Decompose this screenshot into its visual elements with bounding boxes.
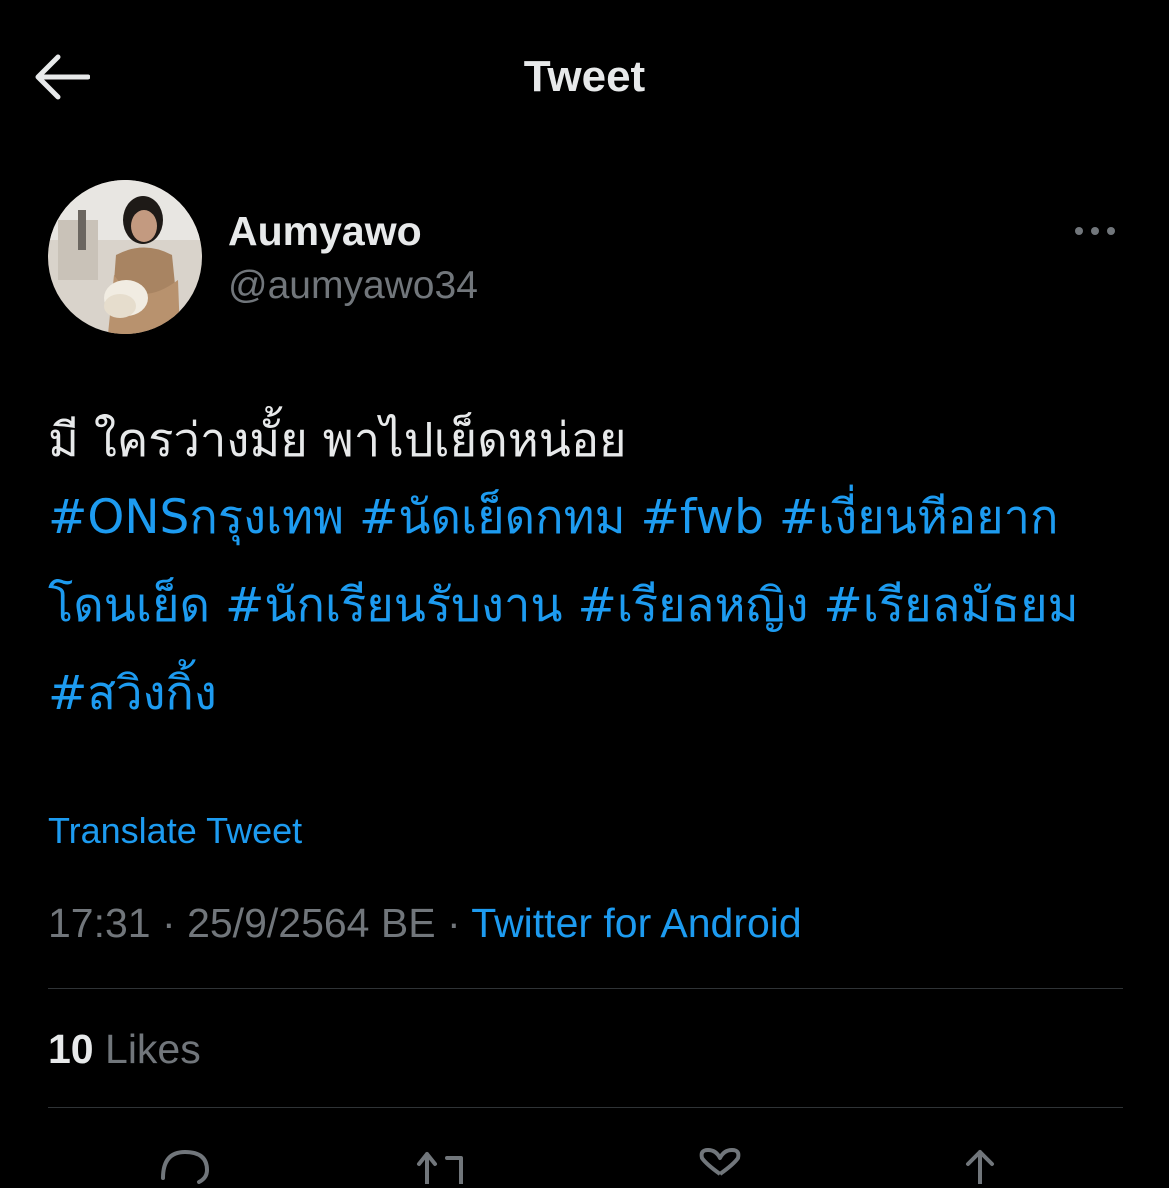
reply-button[interactable]	[155, 1144, 215, 1184]
page-title: Tweet	[523, 52, 646, 101]
tweet-date: 25/9/2564 BE	[187, 900, 436, 946]
meta-separator: ·	[446, 900, 461, 946]
tweet-text: มี ใครว่างมั้ย พาไปเย็ดหน่อย #ONSกรุงเทพ…	[48, 408, 1123, 738]
tweet-metadata: 17:31 · 25/9/2564 BE · Twitter for Andro…	[48, 900, 802, 947]
retweet-button[interactable]	[413, 1144, 473, 1186]
tweet-time: 17:31	[48, 900, 151, 946]
hashtag-link[interactable]: #เรียลหญิง	[577, 578, 808, 633]
display-name[interactable]: Aumyawo	[228, 208, 422, 255]
reply-icon	[161, 1149, 210, 1184]
hashtag-link[interactable]: #เรียลมัธยม	[823, 578, 1078, 633]
like-button[interactable]	[690, 1144, 750, 1184]
likes-label: Likes	[105, 1026, 201, 1072]
hashtag-link[interactable]: #นัดเย็ดกทม	[359, 490, 626, 545]
divider	[48, 988, 1123, 989]
share-icon	[966, 1150, 994, 1186]
like-icon	[699, 1148, 741, 1176]
tweet-source-link[interactable]: Twitter for Android	[471, 900, 801, 946]
user-handle[interactable]: @aumyawo34	[228, 264, 478, 308]
likes-count: 10	[48, 1026, 94, 1072]
hashtag-link[interactable]: #ONSกรุงเทพ	[48, 490, 344, 545]
share-button[interactable]	[950, 1144, 1010, 1186]
avatar[interactable]	[48, 180, 202, 334]
likes-stat[interactable]: 10 Likes	[48, 1026, 201, 1073]
hashtag-link[interactable]: #นักเรียนรับงาน	[225, 578, 563, 633]
meta-separator: ·	[162, 900, 176, 946]
more-horizontal-icon	[1075, 227, 1115, 235]
tweet-body: มี ใครว่างมั้ย พาไปเย็ดหน่อย	[48, 413, 627, 468]
divider	[48, 1107, 1123, 1108]
retweet-icon	[417, 1152, 463, 1186]
profile-photo	[48, 180, 202, 334]
hashtag-list: #ONSกรุงเทพ #นัดเย็ดกทม #fwb #เงี่ยนหีอย…	[48, 474, 1123, 738]
hashtag-link[interactable]: #สวิงกิ้ง	[48, 666, 217, 721]
tweet-actions-bar	[0, 1130, 1169, 1186]
more-options-button[interactable]	[1070, 218, 1120, 244]
top-bar: Tweet	[0, 0, 1169, 150]
translate-tweet-link[interactable]: Translate Tweet	[48, 810, 302, 852]
hashtag-link[interactable]: #fwb	[641, 490, 764, 545]
